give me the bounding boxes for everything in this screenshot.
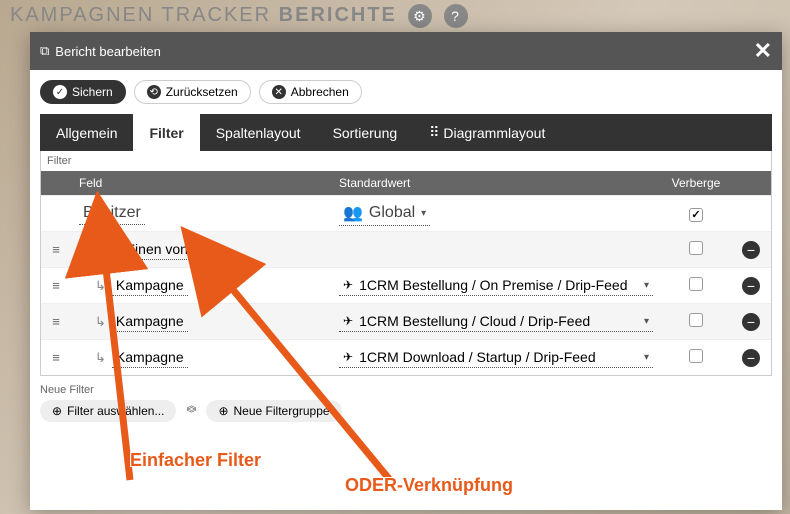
filter-panel: Filter Feld Standardwert Verberge Besitz…: [40, 151, 772, 376]
indent-arrow-icon: ↳: [95, 278, 106, 294]
campaign2-field-select[interactable]: Kampagne: [112, 311, 188, 332]
cancel-button[interactable]: ✕ Abbrechen: [259, 80, 362, 104]
delete-row-button[interactable]: −: [742, 349, 760, 367]
filter-row-campaign-3: ≡ ↳ Kampagne ✈ 1CRM Download / Startup /…: [41, 339, 771, 375]
campaign3-field-label: Kampagne: [116, 349, 184, 365]
panel-caption: Filter: [41, 151, 771, 171]
plus-icon: ⊕: [218, 404, 228, 418]
reset-button[interactable]: ⟲ Zurücksetzen: [134, 80, 251, 104]
caret-down-icon: ▾: [194, 244, 199, 255]
filter-row-campaign-2: ≡ ↳ Kampagne ✈ 1CRM Bestellung / Cloud /…: [41, 303, 771, 339]
filter-row-owner: Besitzer 👥 Global ▾: [41, 195, 771, 231]
plane-icon: ✈: [343, 278, 353, 292]
owner-default-label: Global: [369, 204, 415, 222]
campaign1-field-select[interactable]: Kampagne: [112, 275, 188, 296]
filter-row-campaign-1: ≡ ↳ Kampagne ✈ 1CRM Bestellung / On Prem…: [41, 267, 771, 303]
bg-title-bold: BERICHTE: [279, 4, 397, 26]
tab-chart[interactable]: ⠿ Diagrammlayout: [413, 114, 561, 151]
campaign3-hide-checkbox[interactable]: [689, 349, 703, 363]
cancel-label: Abbrechen: [291, 85, 349, 99]
help-bg-icon: ?: [444, 4, 468, 28]
copy-icon: ⧉: [40, 43, 49, 59]
group-label: Gruppe: [79, 244, 116, 256]
tab-sort[interactable]: Sortierung: [317, 114, 414, 151]
reset-icon: ⟲: [147, 85, 161, 99]
campaign1-field-label: Kampagne: [116, 277, 184, 293]
owner-field-label: Besitzer: [83, 204, 141, 222]
tab-bar: Allgemein Filter Spaltenlayout Sortierun…: [40, 114, 772, 151]
modal-title: Bericht bearbeiten: [55, 44, 161, 59]
delete-row-button[interactable]: −: [742, 241, 760, 259]
campaign1-default-select[interactable]: ✈ 1CRM Bestellung / On Premise / Drip-Fe…: [339, 275, 653, 296]
tab-chart-label: Diagrammlayout: [443, 125, 545, 141]
bg-title-light: KAMPAGNEN TRACKER: [10, 4, 271, 26]
save-button[interactable]: ✓ Sichern: [40, 80, 126, 104]
reset-label: Zurücksetzen: [166, 85, 238, 99]
grid-header: Feld Standardwert Verberge: [41, 171, 771, 195]
new-group-label: Neue Filtergruppe: [234, 404, 330, 418]
select-filter-button[interactable]: ⊕ Filter auswählen...: [40, 400, 176, 422]
drag-handle[interactable]: ≡: [41, 242, 71, 257]
grid-icon: ⠿: [429, 124, 439, 141]
toolbar: ✓ Sichern ⟲ Zurücksetzen ✕ Abbrechen: [30, 70, 782, 114]
caret-down-icon: ▾: [644, 352, 649, 363]
delete-row-button[interactable]: −: [742, 313, 760, 331]
modal-header: ⧉ Bericht bearbeiten ✕: [30, 32, 782, 70]
drag-handle[interactable]: ≡: [41, 278, 71, 293]
tab-columns[interactable]: Spaltenlayout: [200, 114, 317, 151]
campaign3-default-select[interactable]: ✈ 1CRM Download / Startup / Drip-Feed ▾: [339, 347, 653, 368]
filter-row-group: ≡ Gruppe Einen von ▾ −: [41, 231, 771, 267]
campaign2-default-label: 1CRM Bestellung / Cloud / Drip-Feed: [359, 313, 590, 329]
new-group-button[interactable]: ⊕ Neue Filtergruppe: [206, 400, 341, 422]
indent-arrow-icon: ↳: [95, 314, 106, 330]
check-icon: ✓: [53, 85, 67, 99]
cancel-icon: ✕: [272, 85, 286, 99]
plane-icon: ✈: [343, 314, 353, 328]
settings-bg-icon: ⚙: [408, 4, 432, 28]
campaign2-default-select[interactable]: ✈ 1CRM Bestellung / Cloud / Drip-Feed ▾: [339, 311, 653, 332]
footer-caption: Neue Filter: [40, 384, 772, 396]
owner-hide-checkbox[interactable]: [689, 208, 703, 222]
group-operator-label: Einen von: [126, 241, 188, 257]
caret-down-icon: ▾: [421, 208, 426, 219]
plus-icon: ⊕: [52, 404, 62, 418]
plane-icon: ✈: [343, 350, 353, 364]
edit-report-modal: ⧉ Bericht bearbeiten ✕ ✓ Sichern ⟲ Zurüc…: [30, 32, 782, 510]
background-page-header: KAMPAGNEN TRACKER BERICHTE ⚙ ?: [0, 0, 790, 30]
indent-arrow-icon: ↳: [95, 350, 106, 366]
header-default: Standardwert: [331, 171, 661, 195]
save-label: Sichern: [72, 85, 113, 99]
tab-filter[interactable]: Filter: [133, 114, 199, 151]
delete-row-button[interactable]: −: [742, 277, 760, 295]
header-hide: Verberge: [661, 171, 731, 195]
footer-area: Neue Filter ⊕ Filter auswählen... ︽︾ ⊕ N…: [30, 376, 782, 430]
group-operator-select[interactable]: Einen von ▾: [122, 239, 203, 260]
owner-default-select[interactable]: 👥 Global ▾: [339, 201, 430, 226]
owner-field-select[interactable]: Besitzer: [79, 202, 145, 225]
campaign1-default-label: 1CRM Bestellung / On Premise / Drip-Feed: [359, 277, 627, 293]
users-icon: 👥: [343, 203, 363, 223]
expand-chevrons[interactable]: ︽︾: [186, 403, 196, 419]
caret-down-icon: ▾: [644, 280, 649, 291]
caret-down-icon: ▾: [644, 316, 649, 327]
group-hide-checkbox[interactable]: [689, 241, 703, 255]
drag-handle[interactable]: ≡: [41, 314, 71, 329]
close-button[interactable]: ✕: [754, 38, 772, 64]
select-filter-label: Filter auswählen...: [67, 404, 164, 418]
campaign1-hide-checkbox[interactable]: [689, 277, 703, 291]
tab-general[interactable]: Allgemein: [40, 114, 133, 151]
campaign3-default-label: 1CRM Download / Startup / Drip-Feed: [359, 349, 596, 365]
header-field: Feld: [71, 171, 331, 195]
campaign3-field-select[interactable]: Kampagne: [112, 347, 188, 368]
campaign2-field-label: Kampagne: [116, 313, 184, 329]
drag-handle[interactable]: ≡: [41, 350, 71, 365]
campaign2-hide-checkbox[interactable]: [689, 313, 703, 327]
